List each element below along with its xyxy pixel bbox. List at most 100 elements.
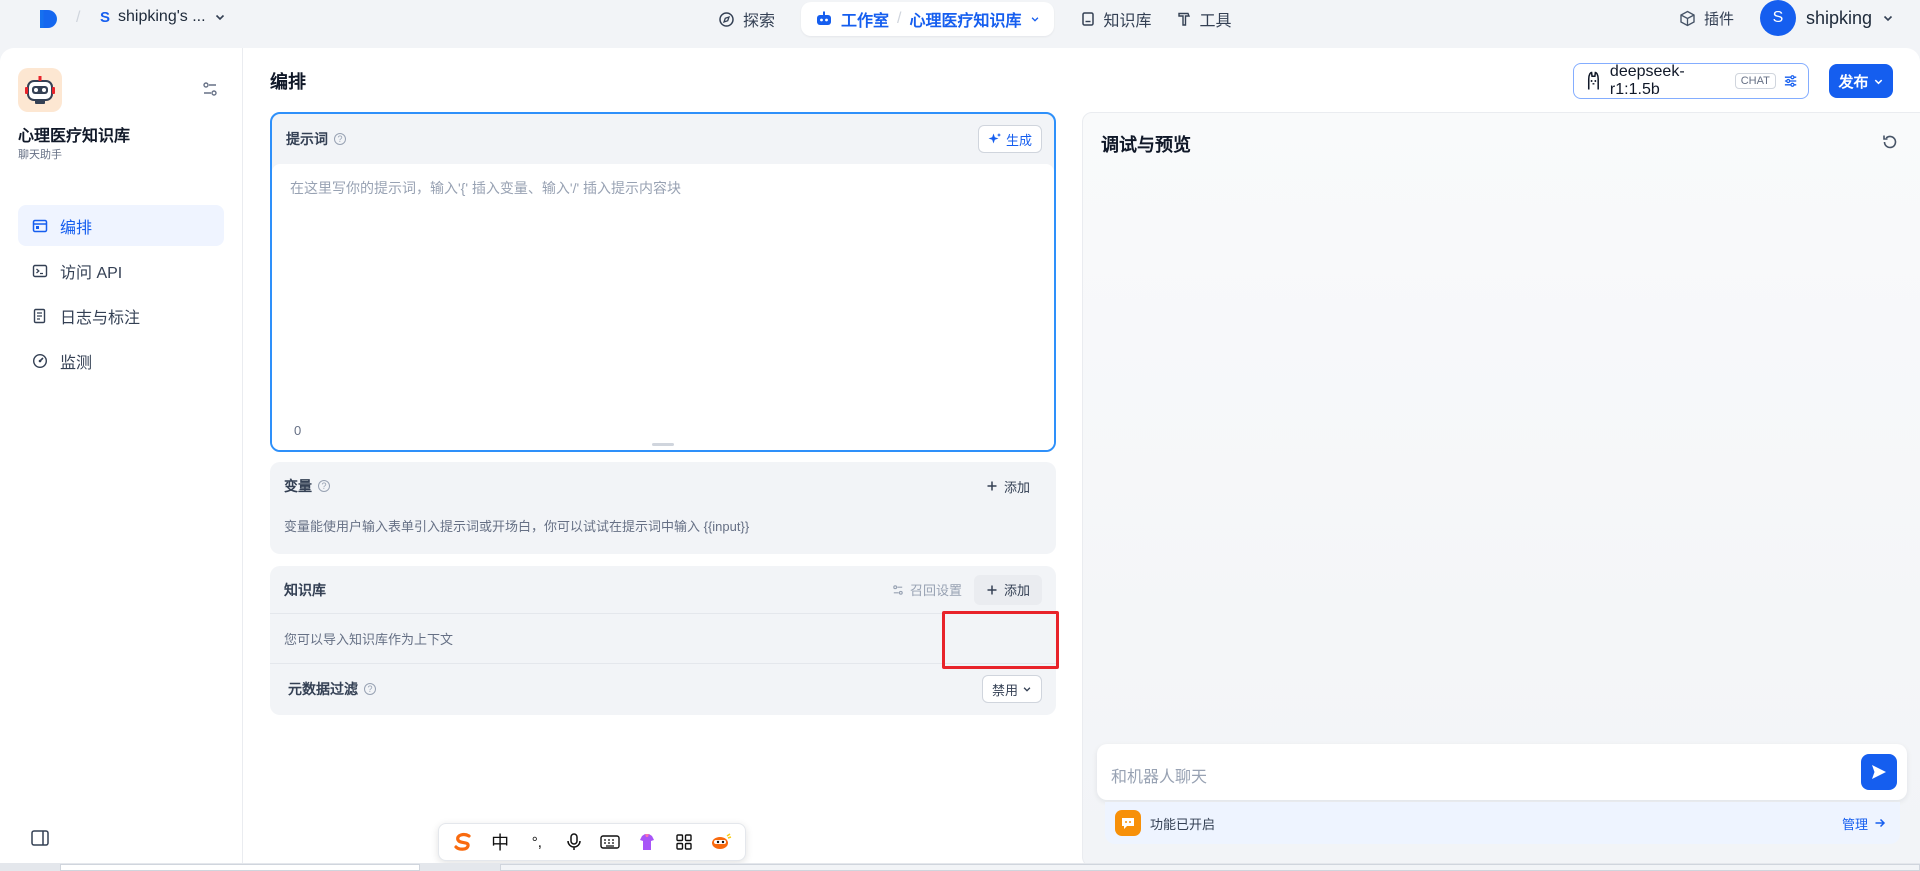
nav-plugins-label: 插件 [1703,10,1734,28]
ime-punctuation-toggle[interactable]: °, [523,828,551,856]
chat-placeholder: 和机器人聊天 [1111,769,1208,786]
layout-icon [32,219,48,232]
mascot-icon[interactable] [707,828,735,856]
bottom-scrollbar-strip [0,863,1920,871]
nav-plugins[interactable]: 插件 [1679,1,1734,35]
prompt-textarea[interactable]: 在这里写你的提示词，输入'{' 插入变量、输入'/' 插入提示内容块 0 [272,164,1054,450]
knowledge-card: 知识库 召回设置 添加 您可以导入知识库作为上下文 元数据过滤 ? 禁用 [270,566,1056,715]
publish-button[interactable]: 发布 [1829,64,1893,98]
recall-settings-label: 召回设置 [909,583,962,598]
keyboard-icon[interactable] [596,828,624,856]
microphone-icon[interactable] [560,828,588,856]
current-app-selector[interactable]: 心理医疗知识库 [909,7,1021,31]
sparkle-icon [988,133,1001,144]
prompt-char-count: 0 [294,423,302,438]
model-name: deepseek-r1:1.5b [1609,63,1685,98]
settings-sliders-icon [893,584,903,595]
plus-icon [987,585,997,594]
main-panel: 心理医疗知识库 聊天助手 编排 访问 API 日志与标注 监测 编排 deeps… [0,48,1920,863]
chevron-down-icon [1031,17,1038,22]
prompt-title: 提示词 [286,131,328,147]
metadata-filter-title: 元数据过滤 [288,681,358,697]
settings-sliders-icon[interactable] [200,79,220,99]
nav-knowledge[interactable]: 知识库 [1068,2,1164,36]
add-knowledge-button[interactable]: 添加 [973,574,1042,605]
prompt-placeholder: 在这里写你的提示词，输入'{' 插入变量、输入'/' 插入提示内容块 [290,180,682,196]
terminal-icon [32,264,48,277]
app-name: 心理医疗知识库 [18,128,131,145]
compass-icon [719,11,734,27]
variables-card: 变量 ? 添加 变量能使用户输入表单引入提示词或开场白，你可以试试在提示词中输入… [270,462,1056,554]
plus-icon [987,481,997,491]
horizontal-scrollbar-track[interactable] [500,864,1920,871]
chevron-down-icon [1023,687,1031,692]
workspace-initial: S [100,8,111,26]
hammer-icon [1177,12,1190,26]
send-icon [1872,765,1886,779]
sidebar-item-monitoring[interactable]: 监测 [18,340,224,381]
manage-features-link[interactable]: 管理 [1842,814,1886,833]
chat-input[interactable]: 和机器人聊天 [1097,744,1907,800]
sidebar-item-orchestrate[interactable]: 编排 [18,205,224,246]
nav-separator: / [76,9,81,26]
recall-settings-button[interactable]: 召回设置 [891,580,962,599]
nav-studio[interactable]: 工作室 / 心理医疗知识库 [801,2,1054,36]
arrow-right-icon [1875,818,1886,828]
help-icon[interactable]: ? [364,683,376,695]
add-knowledge-label: 添加 [1003,583,1030,598]
gauge-icon [32,353,48,368]
help-icon[interactable]: ? [334,133,346,145]
dify-logo[interactable] [38,8,60,30]
resize-handle[interactable] [652,443,674,446]
nav-explore-label: 探索 [743,13,776,30]
model-selector[interactable]: deepseek-r1:1.5b CHAT [1573,63,1809,99]
sidebar-item-logs[interactable]: 日志与标注 [18,295,224,336]
preview-title: 调试与预览 [1101,135,1191,155]
file-list-icon [33,308,46,323]
top-navigation: / S shipking's ... 探索 工作室 / 心理医疗知识库 知识库 … [0,0,1920,48]
sidebar-menu: 编排 访问 API 日志与标注 监测 [18,205,224,385]
help-icon[interactable]: ? [318,480,330,492]
send-button[interactable] [1861,754,1897,790]
ime-mode-toggle[interactable]: 中 [486,828,514,856]
chevron-down-icon [1883,15,1893,22]
apps-grid-icon[interactable] [670,828,698,856]
knowledge-description: 您可以导入知识库作为上下文 [270,614,1056,664]
nav-tools-label: 工具 [1199,13,1232,30]
sidebar-item-label: 监测 [60,354,93,372]
nav-separator: / [897,10,902,27]
nav-studio-label: 工作室 [841,13,890,30]
app-sidebar: 心理医疗知识库 聊天助手 编排 访问 API 日志与标注 监测 [0,48,243,863]
model-params-icon[interactable] [1783,73,1798,89]
publish-label: 发布 [1838,73,1869,91]
sidebar-item-api[interactable]: 访问 API [18,250,224,291]
refresh-icon[interactable] [1881,133,1899,151]
sidebar-collapse-icon[interactable] [31,830,49,846]
user-menu[interactable]: S shipking [1759,0,1894,36]
app-icon[interactable] [18,68,62,112]
sogou-logo-icon[interactable] [449,828,477,856]
metadata-filter-select[interactable]: 禁用 [981,675,1042,703]
variables-description: 变量能使用户输入表单引入提示词或开场白，你可以试试在提示词中输入 {{input… [284,519,750,534]
add-variable-button[interactable]: 添加 [974,471,1042,501]
sidebar-item-label: 编排 [60,219,93,237]
nav-explore[interactable]: 探索 [706,2,787,36]
knowledge-title: 知识库 [284,581,326,598]
avatar: S [1759,0,1796,36]
workspace-name: shipking's ... [118,8,206,25]
page-title: 编排 [270,72,306,92]
ime-toolbar: 中 °, [438,823,746,861]
add-variable-label: 添加 [1003,479,1030,495]
generate-prompt-button[interactable]: 生成 [977,125,1042,153]
chevron-down-icon [215,14,224,21]
feature-status-bar: 功能已开启 管理 [1105,802,1900,844]
workspace-switcher[interactable]: S shipking's ... [100,8,226,26]
nav-tools[interactable]: 工具 [1164,2,1244,36]
skin-icon[interactable] [633,828,661,856]
horizontal-scrollbar-thumb[interactable] [60,864,420,871]
metadata-filter-row: 元数据过滤 ? 禁用 [270,664,1056,714]
debug-preview-panel: 调试与预览 和机器人聊天 功能已开启 管理 [1082,112,1920,863]
model-mode-badge: CHAT [1734,73,1776,89]
app-type: 聊天助手 [18,149,62,161]
sidebar-item-label: 日志与标注 [60,309,141,327]
